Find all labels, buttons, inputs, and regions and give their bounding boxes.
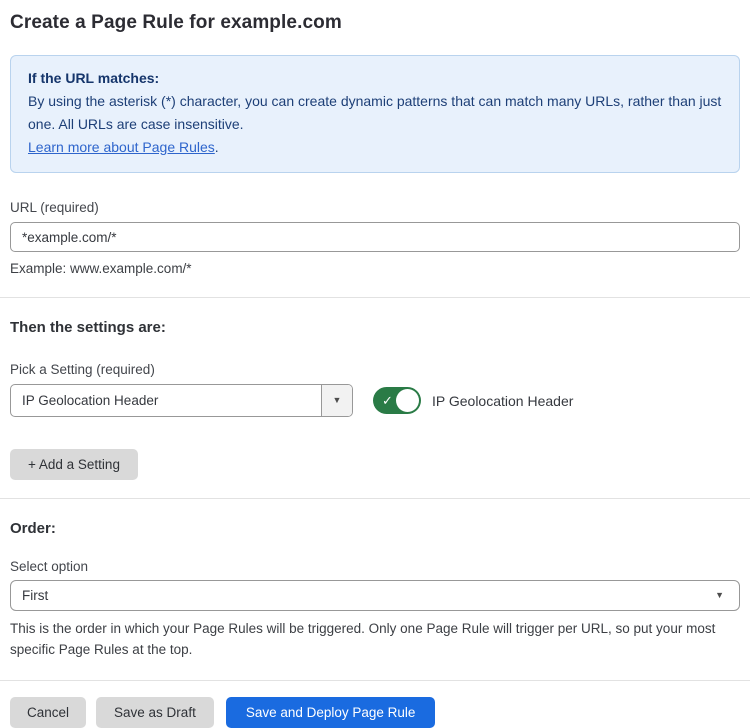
save-as-draft-button[interactable]: Save as Draft	[96, 697, 214, 728]
info-box-link-line: Learn more about Page Rules.	[28, 136, 722, 159]
divider	[0, 680, 750, 681]
info-box-heading: If the URL matches:	[28, 67, 722, 90]
page-title: Create a Page Rule for example.com	[10, 12, 740, 34]
url-match-info-box: If the URL matches: By using the asteris…	[10, 55, 740, 173]
order-helper-text: This is the order in which your Page Rul…	[10, 618, 730, 660]
link-suffix: .	[215, 139, 219, 155]
toggle-knob	[396, 389, 419, 412]
pick-setting-label: Pick a Setting (required)	[10, 362, 740, 377]
cancel-button[interactable]: Cancel	[10, 697, 86, 728]
footer-actions: Cancel Save as Draft Save and Deploy Pag…	[10, 697, 740, 728]
check-icon: ✓	[382, 394, 393, 407]
setting-dropdown-arrow-button[interactable]: ▼	[321, 385, 352, 416]
divider	[0, 297, 750, 298]
info-box-body: By using the asterisk (*) character, you…	[28, 90, 722, 136]
learn-more-link[interactable]: Learn more about Page Rules	[28, 139, 215, 155]
setting-dropdown[interactable]: IP Geolocation Header ▼	[10, 384, 353, 417]
order-dropdown-value: First	[22, 588, 48, 603]
divider	[0, 498, 750, 499]
setting-row: IP Geolocation Header ▼ ✓ IP Geolocation…	[10, 384, 740, 417]
settings-section-heading: Then the settings are:	[10, 319, 740, 336]
url-example-helper: Example: www.example.com/*	[10, 258, 740, 279]
chevron-down-icon: ▼	[333, 396, 342, 405]
order-select-label: Select option	[10, 559, 740, 574]
toggle-label: IP Geolocation Header	[432, 393, 573, 409]
add-setting-button[interactable]: + Add a Setting	[10, 449, 138, 480]
url-field-label: URL (required)	[10, 200, 740, 215]
chevron-down-icon: ▼	[715, 591, 724, 600]
ip-geolocation-toggle[interactable]: ✓	[373, 387, 421, 414]
order-dropdown[interactable]: First ▼	[10, 580, 740, 611]
setting-dropdown-value: IP Geolocation Header	[11, 385, 321, 416]
save-and-deploy-button[interactable]: Save and Deploy Page Rule	[226, 697, 436, 728]
create-page-rule-form: Create a Page Rule for example.com If th…	[0, 0, 750, 728]
order-section-heading: Order:	[10, 520, 740, 537]
url-input[interactable]	[10, 222, 740, 252]
